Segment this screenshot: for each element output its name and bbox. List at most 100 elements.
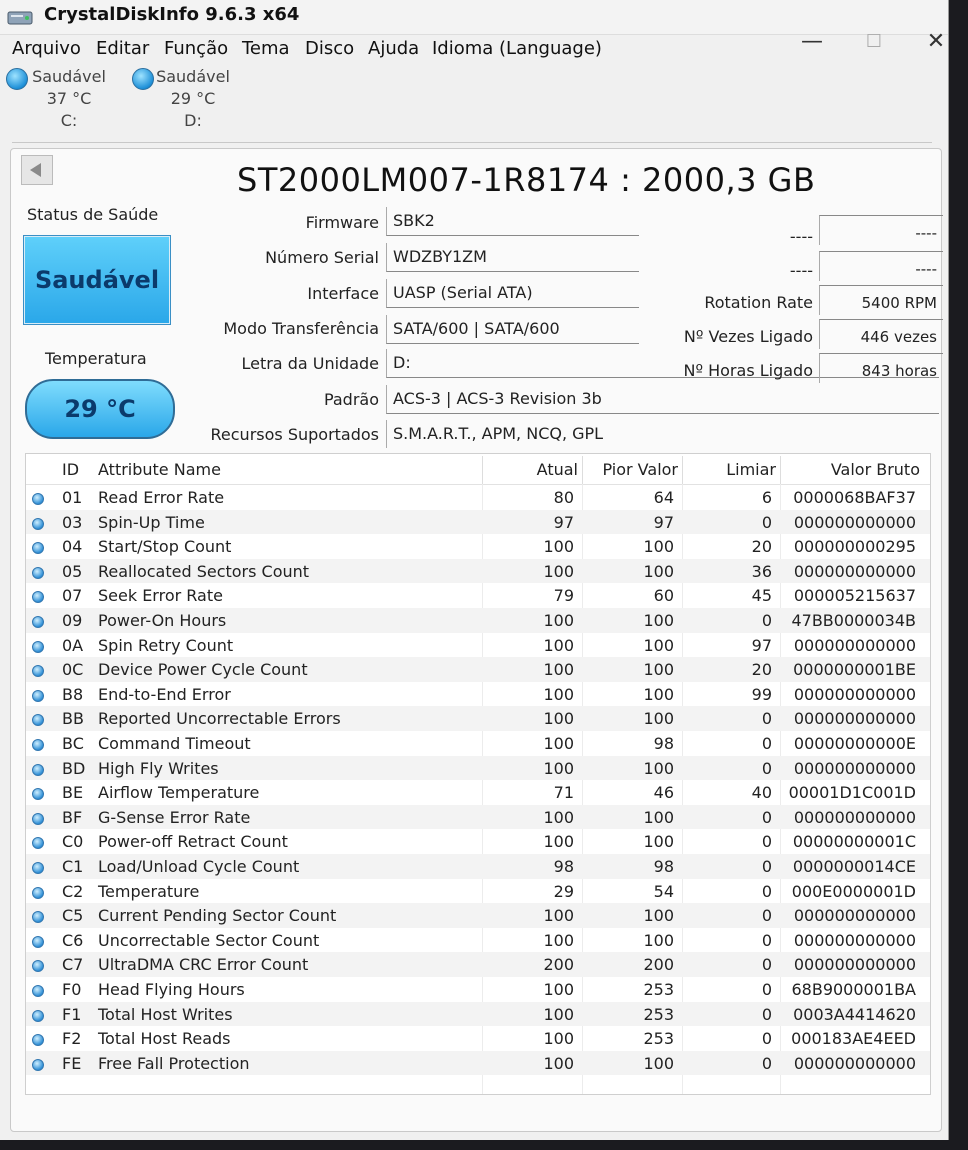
table-row[interactable]: F0 Head Flying Hours 100 253 0 68B9000001BA — [26, 977, 930, 1002]
table-row[interactable]: C2 Temperature 29 54 0 000E0000001D — [26, 879, 930, 904]
drive-tab-c[interactable]: Saudável 37 °C C: — [6, 66, 124, 132]
attribute-id: BE — [62, 783, 84, 803]
table-row[interactable]: C0 Power-off Retract Count 100 100 0 00000000… — [26, 829, 930, 854]
table-row[interactable]: F1 Total Host Writes 100 253 0 0003A4414620 — [26, 1001, 930, 1027]
menu-tema[interactable]: Tema — [242, 38, 290, 59]
rotation-rate-value: 5400 RPM — [819, 285, 943, 315]
worst-value: 253 — [643, 1029, 674, 1049]
app-disk-icon — [7, 11, 33, 25]
status-dot-icon — [32, 616, 44, 628]
table-row[interactable]: BF G-Sense Error Rate 100 100 0 000000000000 — [26, 804, 930, 830]
status-dot-icon — [32, 591, 44, 604]
table-row[interactable]: 03 Spin-Up Time 97 97 0 000000000000 — [26, 509, 930, 535]
attribute-name: Uncorrectable Sector Count — [98, 930, 320, 950]
table-row[interactable]: 07 Seek Error Rate 79 60 45 000005215637 — [26, 583, 930, 608]
col-attribute-name[interactable]: Attribute Name — [98, 460, 221, 479]
threshold-value: 0 — [761, 955, 772, 975]
menu-funcao[interactable]: Função — [164, 38, 228, 59]
previous-disk-button[interactable] — [21, 155, 53, 185]
status-dot-icon — [32, 517, 44, 530]
attribute-name: Power-off Retract Count — [98, 832, 288, 852]
attribute-name: Power-On Hours — [98, 611, 227, 630]
drive-letter-label: Letra da Unidade — [241, 354, 379, 373]
status-dot-icon — [32, 1009, 44, 1022]
table-row[interactable]: C6 Uncorrectable Sector Count 100 100 0 00000… — [26, 928, 930, 953]
disk-model-title: ST2000LM007-1R8174 : 2000,3 GB — [237, 161, 816, 199]
unknown-label-1: ---- — [789, 227, 813, 246]
attribute-name: Command Timeout — [98, 734, 251, 753]
menu-arquivo[interactable]: Arquivo — [12, 38, 81, 59]
worst-value: 46 — [653, 783, 674, 803]
col-current[interactable]: Atual — [482, 460, 578, 479]
status-dot-icon — [32, 837, 44, 850]
table-row[interactable]: C1 Load/Unload Cycle Count 98 98 0 0000000014… — [26, 854, 930, 879]
threshold-value: 0 — [761, 611, 772, 630]
power-on-count-value: 446 vezes — [819, 319, 943, 349]
drive-temp: 37 °C — [46, 89, 92, 108]
attribute-name: Current Pending Sector Count — [98, 906, 337, 926]
unknown-value-1: ---- — [819, 215, 943, 245]
raw-value: 000000000000 — [793, 955, 916, 975]
status-dot-icon — [32, 640, 44, 653]
current-value: 98 — [553, 857, 574, 876]
drive-temp: 29 °C — [170, 89, 216, 108]
attribute-id: BC — [62, 734, 84, 753]
status-dot-icon — [32, 689, 44, 702]
table-row[interactable]: 09 Power-On Hours 100 100 0 47BB0000034B — [26, 608, 930, 633]
threshold-value: 36 — [751, 561, 772, 581]
worst-value: 100 — [643, 709, 674, 729]
menu-editar[interactable]: Editar — [96, 38, 149, 59]
table-row[interactable]: C7 UltraDMA CRC Error Count 200 200 0 0000000… — [26, 952, 930, 977]
current-value: 200 — [543, 955, 574, 975]
drive-letter: C: — [60, 111, 78, 130]
worst-value: 100 — [643, 561, 674, 581]
current-value: 100 — [543, 1029, 574, 1049]
status-dot-icon — [32, 566, 44, 579]
col-id[interactable]: ID — [62, 460, 79, 479]
threshold-value: 0 — [761, 980, 772, 999]
worst-value: 100 — [643, 537, 674, 557]
threshold-value: 0 — [761, 758, 772, 778]
table-row[interactable]: BD High Fly Writes 100 100 0 000000000000 — [26, 755, 930, 781]
col-threshold[interactable]: Limiar — [682, 460, 776, 479]
table-row[interactable]: BE Airflow Temperature 71 46 40 00001D1C001D — [26, 780, 930, 805]
table-row[interactable]: C5 Current Pending Sector Count 100 100 0 000… — [26, 903, 930, 928]
serial-label: Número Serial — [265, 248, 379, 267]
threshold-value: 45 — [751, 586, 772, 606]
status-dot-icon — [32, 862, 44, 874]
menu-ajuda[interactable]: Ajuda — [368, 38, 419, 59]
raw-value: 000E0000001D — [791, 881, 916, 901]
status-dot-icon — [32, 542, 44, 555]
smart-table[interactable]: ID Attribute Name Atual Pior Valor Limia… — [25, 453, 931, 1095]
table-row[interactable]: BC Command Timeout 100 98 0 00000000000E — [26, 731, 930, 756]
menu-disco[interactable]: Disco — [305, 38, 354, 59]
raw-value: 0000000001BE — [793, 660, 916, 680]
table-row[interactable]: 05 Reallocated Sectors Count 100 100 36 00000… — [26, 558, 930, 584]
current-value: 100 — [543, 906, 574, 926]
current-value: 100 — [543, 635, 574, 655]
worst-value: 64 — [653, 488, 674, 507]
serial-value: WDZBY1ZM — [386, 243, 639, 272]
attribute-id: 0C — [62, 660, 84, 680]
worst-value: 60 — [653, 586, 674, 606]
table-row[interactable]: 0C Device Power Cycle Count 100 100 20 000000… — [26, 657, 930, 682]
table-row[interactable]: 0A Spin Retry Count 100 100 97 000000000000 — [26, 633, 930, 658]
worst-value: 98 — [653, 857, 674, 876]
table-row[interactable]: 04 Start/Stop Count 100 100 20 000000000295 — [26, 534, 930, 559]
worst-value: 54 — [653, 881, 674, 901]
table-row[interactable]: B8 End-to-End Error 100 100 99 000000000000 — [26, 682, 930, 707]
table-row[interactable]: 01 Read Error Rate 80 64 6 0000068BAF37 — [26, 485, 930, 510]
threshold-value: 0 — [761, 832, 772, 852]
table-row[interactable]: FE Free Fall Protection 100 100 0 00000000000… — [26, 1050, 930, 1076]
raw-value: 000000000000 — [793, 561, 916, 581]
table-row[interactable]: F2 Total Host Reads 100 253 0 000183AE4EED — [26, 1026, 930, 1051]
menu-idioma[interactable]: Idioma (Language) — [432, 38, 602, 59]
threshold-value: 0 — [761, 930, 772, 950]
status-dot-icon — [32, 1034, 44, 1047]
attribute-name: Total Host Reads — [98, 1029, 231, 1049]
col-raw-value[interactable]: Valor Bruto — [780, 460, 920, 479]
status-dot-icon — [32, 960, 44, 973]
table-row[interactable]: BB Reported Uncorrectable Errors 100 100 0 00… — [26, 706, 930, 731]
col-worst[interactable]: Pior Valor — [582, 460, 678, 479]
drive-tab-d[interactable]: Saudável 29 °C D: — [132, 66, 248, 132]
